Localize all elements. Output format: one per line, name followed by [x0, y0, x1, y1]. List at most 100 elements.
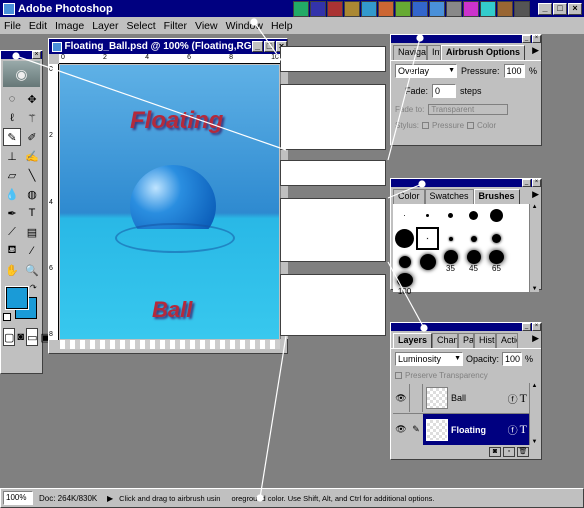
brush-swatch[interactable]: [393, 227, 416, 250]
brushes-scrollbar[interactable]: ▲ ▼: [529, 204, 539, 292]
brush-swatch[interactable]: [485, 204, 508, 227]
scanner-icon[interactable]: [497, 0, 513, 17]
menu-edit[interactable]: Edit: [25, 20, 51, 32]
panel-minimize-button[interactable]: _: [522, 323, 531, 331]
brush-swatch[interactable]: [462, 227, 485, 250]
status-menu-arrow-icon[interactable]: ▶: [107, 494, 113, 503]
fade-input[interactable]: 0: [432, 84, 457, 98]
eye-icon[interactable]: 👁: [393, 393, 409, 404]
menu-image[interactable]: Image: [51, 20, 88, 32]
brush-swatch[interactable]: [485, 227, 508, 250]
screen-mode-standard-icon[interactable]: ▭: [26, 328, 39, 346]
airbrush-tool-icon[interactable]: ✎: [3, 128, 21, 146]
pen-tool-icon[interactable]: ✒: [3, 204, 21, 222]
magic-wand-tool-icon[interactable]: ⚚: [23, 109, 41, 127]
stylus-color-checkbox[interactable]: [467, 122, 475, 129]
tab-swatches[interactable]: Swatches: [424, 189, 474, 204]
font-icon[interactable]: [514, 0, 530, 17]
office-icon[interactable]: [412, 0, 428, 17]
opacity-input[interactable]: 100: [502, 352, 523, 366]
foreground-color-swatch[interactable]: [5, 286, 29, 310]
layer-row-floating[interactable]: 👁 ✎ Floating ⓕ T: [393, 414, 529, 445]
maximize-button[interactable]: □: [553, 2, 567, 15]
menu-view[interactable]: View: [191, 20, 222, 32]
type-tool-icon[interactable]: T: [23, 204, 41, 222]
tab-paths[interactable]: Paths: [458, 333, 475, 348]
standard-mode-icon[interactable]: ▢: [3, 328, 16, 346]
tab-history[interactable]: History: [474, 333, 497, 348]
quick-mask-mode-icon[interactable]: ◙: [17, 328, 24, 346]
scroll-up-icon[interactable]: ▲: [530, 383, 539, 389]
schedule-icon[interactable]: [395, 0, 411, 17]
blend-mode-select[interactable]: Overlay ▼: [395, 64, 458, 78]
pencil-tool-icon[interactable]: ╲: [23, 166, 41, 184]
menu-filter[interactable]: Filter: [160, 20, 191, 32]
brush-swatch[interactable]: [462, 204, 485, 227]
tab-layers[interactable]: Layers: [393, 333, 433, 348]
zoom-tool-icon[interactable]: 🔍: [23, 261, 41, 279]
history-brush-tool-icon[interactable]: ✍: [23, 147, 41, 165]
eye-logo-icon[interactable]: ◉: [3, 61, 40, 87]
default-colors-icon[interactable]: [3, 313, 11, 321]
chart-icon[interactable]: [480, 0, 496, 17]
stylus-pressure-checkbox[interactable]: [422, 122, 430, 129]
brush-swatch[interactable]: [416, 250, 439, 273]
trash-icon[interactable]: 🗑: [517, 447, 529, 457]
toolbox-close-button[interactable]: ×: [32, 51, 41, 59]
panel-minimize-button[interactable]: _: [522, 35, 531, 43]
window-shield-icon[interactable]: [293, 0, 309, 17]
scroll-down-icon[interactable]: ▼: [530, 439, 539, 445]
paint-icon[interactable]: [463, 0, 479, 17]
blur-tool-icon[interactable]: 💧: [3, 185, 21, 203]
eye-icon[interactable]: 👁: [393, 414, 409, 445]
access-icon[interactable]: [361, 0, 377, 17]
photoshop-icon[interactable]: [429, 0, 445, 17]
doc-maximize-button[interactable]: □: [264, 41, 275, 52]
zoom-level-field[interactable]: 100%: [3, 491, 33, 505]
panel-menu-arrow-icon[interactable]: ▶: [532, 189, 539, 204]
gradient-tool-icon[interactable]: ▤: [23, 223, 41, 241]
brush-swatch[interactable]: [393, 204, 416, 227]
excel-icon[interactable]: [327, 0, 343, 17]
move-tool-icon[interactable]: ✥: [23, 90, 41, 108]
menu-help[interactable]: Help: [267, 20, 297, 32]
tab-brushes[interactable]: Brushes: [473, 189, 520, 204]
menu-window[interactable]: Window: [222, 20, 267, 32]
scroll-down-icon[interactable]: ▼: [530, 286, 539, 292]
panel-menu-arrow-icon[interactable]: ▶: [532, 45, 539, 60]
dodge-tool-icon[interactable]: ◍: [23, 185, 41, 203]
lasso-tool-icon[interactable]: ℓ: [3, 109, 21, 127]
panel-menu-arrow-icon[interactable]: ▶: [532, 333, 539, 348]
layer-mask-icon[interactable]: ◙: [489, 447, 501, 457]
scroll-up-icon[interactable]: ▲: [530, 204, 539, 210]
swap-colors-icon[interactable]: ↷: [30, 283, 37, 292]
tab-color[interactable]: Color: [393, 189, 425, 204]
close-button[interactable]: ×: [568, 2, 582, 15]
hand-tool-icon[interactable]: ✋: [3, 261, 21, 279]
powerpoint-icon[interactable]: [344, 0, 360, 17]
rubber-stamp-tool-icon[interactable]: ⊥: [3, 147, 21, 165]
tab-navigator[interactable]: Navigator: [393, 45, 427, 60]
menu-select[interactable]: Select: [122, 20, 159, 32]
paint-bucket-tool-icon[interactable]: ⛾: [3, 242, 21, 260]
word-icon[interactable]: [310, 0, 326, 17]
brush-swatch[interactable]: 65: [485, 250, 508, 273]
brush-swatch[interactable]: 45: [462, 250, 485, 273]
panel-close-button[interactable]: ×: [532, 179, 541, 187]
fade-to-select[interactable]: Transparent: [428, 104, 509, 115]
brush-link-slot[interactable]: [409, 384, 423, 412]
tab-actions[interactable]: Actions: [496, 333, 519, 348]
layer-row-ball[interactable]: 👁 Ball ⓕ T: [393, 383, 529, 414]
doc-minimize-button[interactable]: _: [252, 41, 263, 52]
eyedropper-tool-icon[interactable]: ⁄: [23, 242, 41, 260]
minimize-button[interactable]: _: [538, 2, 552, 15]
layer-blend-mode-select[interactable]: Luminosity ▼: [395, 352, 463, 366]
binder-icon[interactable]: [378, 0, 394, 17]
menu-file[interactable]: File: [0, 20, 25, 32]
tab-info[interactable]: Info: [427, 45, 441, 60]
marquee-tool-icon[interactable]: ◌: [3, 90, 21, 108]
horizontal-scrollbar[interactable]: [60, 340, 280, 349]
camera-icon[interactable]: [446, 0, 462, 17]
paintbrush-tool-icon[interactable]: ✐: [23, 128, 41, 146]
panel-close-button[interactable]: ×: [532, 323, 541, 331]
